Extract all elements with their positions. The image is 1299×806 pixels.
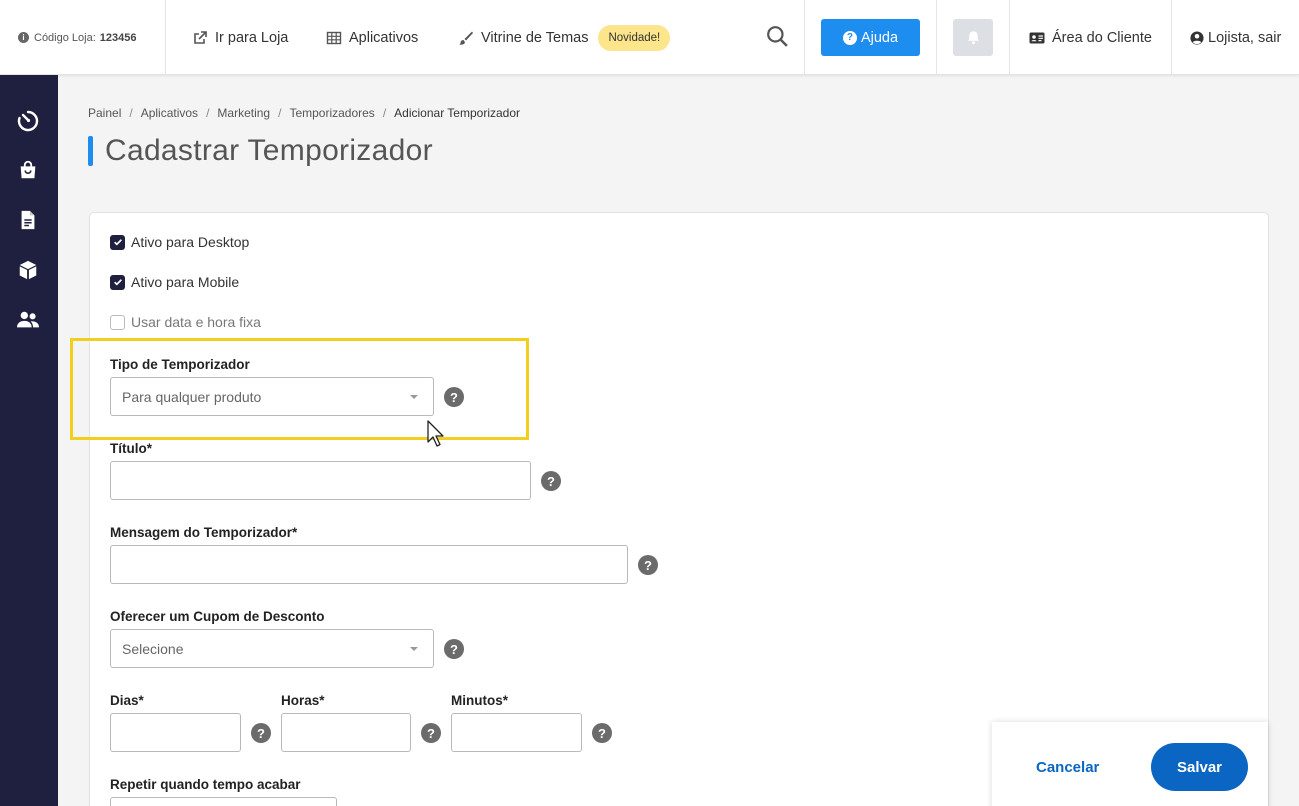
box-icon[interactable] <box>16 258 40 282</box>
question-icon: ? <box>842 30 857 45</box>
breadcrumb-item-marketing[interactable]: Marketing <box>217 106 270 120</box>
breadcrumb-item-painel[interactable]: Painel <box>88 106 121 120</box>
checkbox-unchecked[interactable] <box>110 314 125 330</box>
themes-label: Vitrine de Temas <box>481 29 589 46</box>
days-input[interactable] <box>110 713 241 752</box>
fixed-datetime-checkbox[interactable]: Usar data e hora fixa <box>110 314 261 330</box>
repeat-label: Repetir quando tempo acabar <box>110 777 301 792</box>
hours-input[interactable] <box>281 713 411 752</box>
themes-segment: Vitrine de Temas Novidade! <box>458 0 805 75</box>
coupon-select[interactable]: Selecione <box>110 629 434 668</box>
highlight-box <box>70 338 529 440</box>
search-icon[interactable] <box>766 25 788 47</box>
fixed-datetime-label: Usar data e hora fixa <box>131 314 261 330</box>
coupon-help-icon[interactable]: ? <box>444 639 464 659</box>
top-bar: i Código Loja: 123456 Ir para Loja Aplic… <box>0 0 1299 75</box>
sidebar <box>0 75 58 806</box>
id-card-icon <box>1029 32 1045 43</box>
breadcrumb-item-aplicativos[interactable]: Aplicativos <box>141 106 198 120</box>
mouse-cursor-icon <box>427 420 444 447</box>
minutes-input[interactable] <box>451 713 582 752</box>
shopping-bag-icon[interactable] <box>16 158 40 182</box>
title-label: Título* <box>110 441 152 456</box>
help-label: Ajuda <box>860 29 899 46</box>
cancel-button[interactable]: Cancelar <box>1036 759 1099 776</box>
brush-icon <box>459 31 473 45</box>
grid-icon <box>326 31 342 44</box>
info-icon: i <box>18 32 29 43</box>
action-panel: Cancelar Salvar <box>992 722 1268 806</box>
title-input[interactable] <box>110 461 531 500</box>
dashboard-icon[interactable] <box>16 108 40 132</box>
breadcrumb: Painel / Aplicativos / Marketing / Temporiz… <box>88 106 520 120</box>
help-segment: ? Ajuda <box>805 0 937 75</box>
help-button[interactable]: ? Ajuda <box>821 19 920 56</box>
save-button[interactable]: Salvar <box>1151 743 1248 791</box>
store-code-value: 123456 <box>99 31 137 44</box>
breadcrumb-item-temporizadores[interactable]: Temporizadores <box>289 106 374 120</box>
checkbox-checked[interactable] <box>110 274 125 290</box>
checkbox-checked[interactable] <box>110 234 125 250</box>
external-link-icon <box>194 30 207 44</box>
themes-link[interactable]: Vitrine de Temas <box>458 30 588 46</box>
days-label: Dias* <box>110 693 144 708</box>
client-area-link[interactable]: Área do Cliente <box>1010 0 1172 75</box>
active-mobile-label: Ativo para Mobile <box>131 274 240 290</box>
go-to-store-label: Ir para Loja <box>215 29 289 46</box>
coupon-label: Oferecer um Cupom de Desconto <box>110 609 325 624</box>
logout-label: Lojista, sair <box>1208 29 1282 46</box>
coupon-value: Selecione <box>122 640 184 657</box>
store-code-label: Código Loja: <box>34 31 96 44</box>
hours-help-icon[interactable]: ? <box>421 723 441 743</box>
users-icon[interactable] <box>16 308 40 332</box>
title-accent-bar <box>88 136 93 166</box>
notifications-segment <box>937 0 1010 75</box>
logout-link[interactable]: Lojista, sair <box>1190 0 1281 75</box>
days-help-icon[interactable]: ? <box>251 723 271 743</box>
title-help-icon[interactable]: ? <box>541 471 561 491</box>
minutes-label: Minutos* <box>451 693 508 708</box>
message-input[interactable] <box>110 545 628 584</box>
store-code: i Código Loja: 123456 <box>0 0 166 75</box>
page-title-wrap: Cadastrar Temporizador <box>88 134 433 167</box>
bell-icon <box>967 31 979 45</box>
form-card <box>89 212 1269 806</box>
apps-label: Aplicativos <box>349 29 419 46</box>
apps-link[interactable]: Aplicativos <box>326 0 418 75</box>
new-badge: Novidade! <box>598 24 671 51</box>
message-label: Mensagem do Temporizador* <box>110 525 298 540</box>
hours-label: Horas* <box>281 693 325 708</box>
chevron-down-icon <box>410 647 418 651</box>
document-icon[interactable] <box>16 208 40 232</box>
page-title: Cadastrar Temporizador <box>105 134 433 167</box>
minutes-help-icon[interactable]: ? <box>592 723 612 743</box>
go-to-store-link[interactable]: Ir para Loja <box>192 0 288 75</box>
client-area-label: Área do Cliente <box>1052 29 1152 46</box>
active-desktop-label: Ativo para Desktop <box>131 234 250 250</box>
user-circle-icon <box>1190 30 1204 45</box>
active-desktop-checkbox[interactable]: Ativo para Desktop <box>110 234 249 250</box>
breadcrumb-item-current: Adicionar Temporizador <box>394 106 520 120</box>
message-help-icon[interactable]: ? <box>638 555 658 575</box>
active-mobile-checkbox[interactable]: Ativo para Mobile <box>110 274 239 290</box>
repeat-select[interactable] <box>110 797 337 806</box>
notifications-button[interactable] <box>953 19 993 56</box>
